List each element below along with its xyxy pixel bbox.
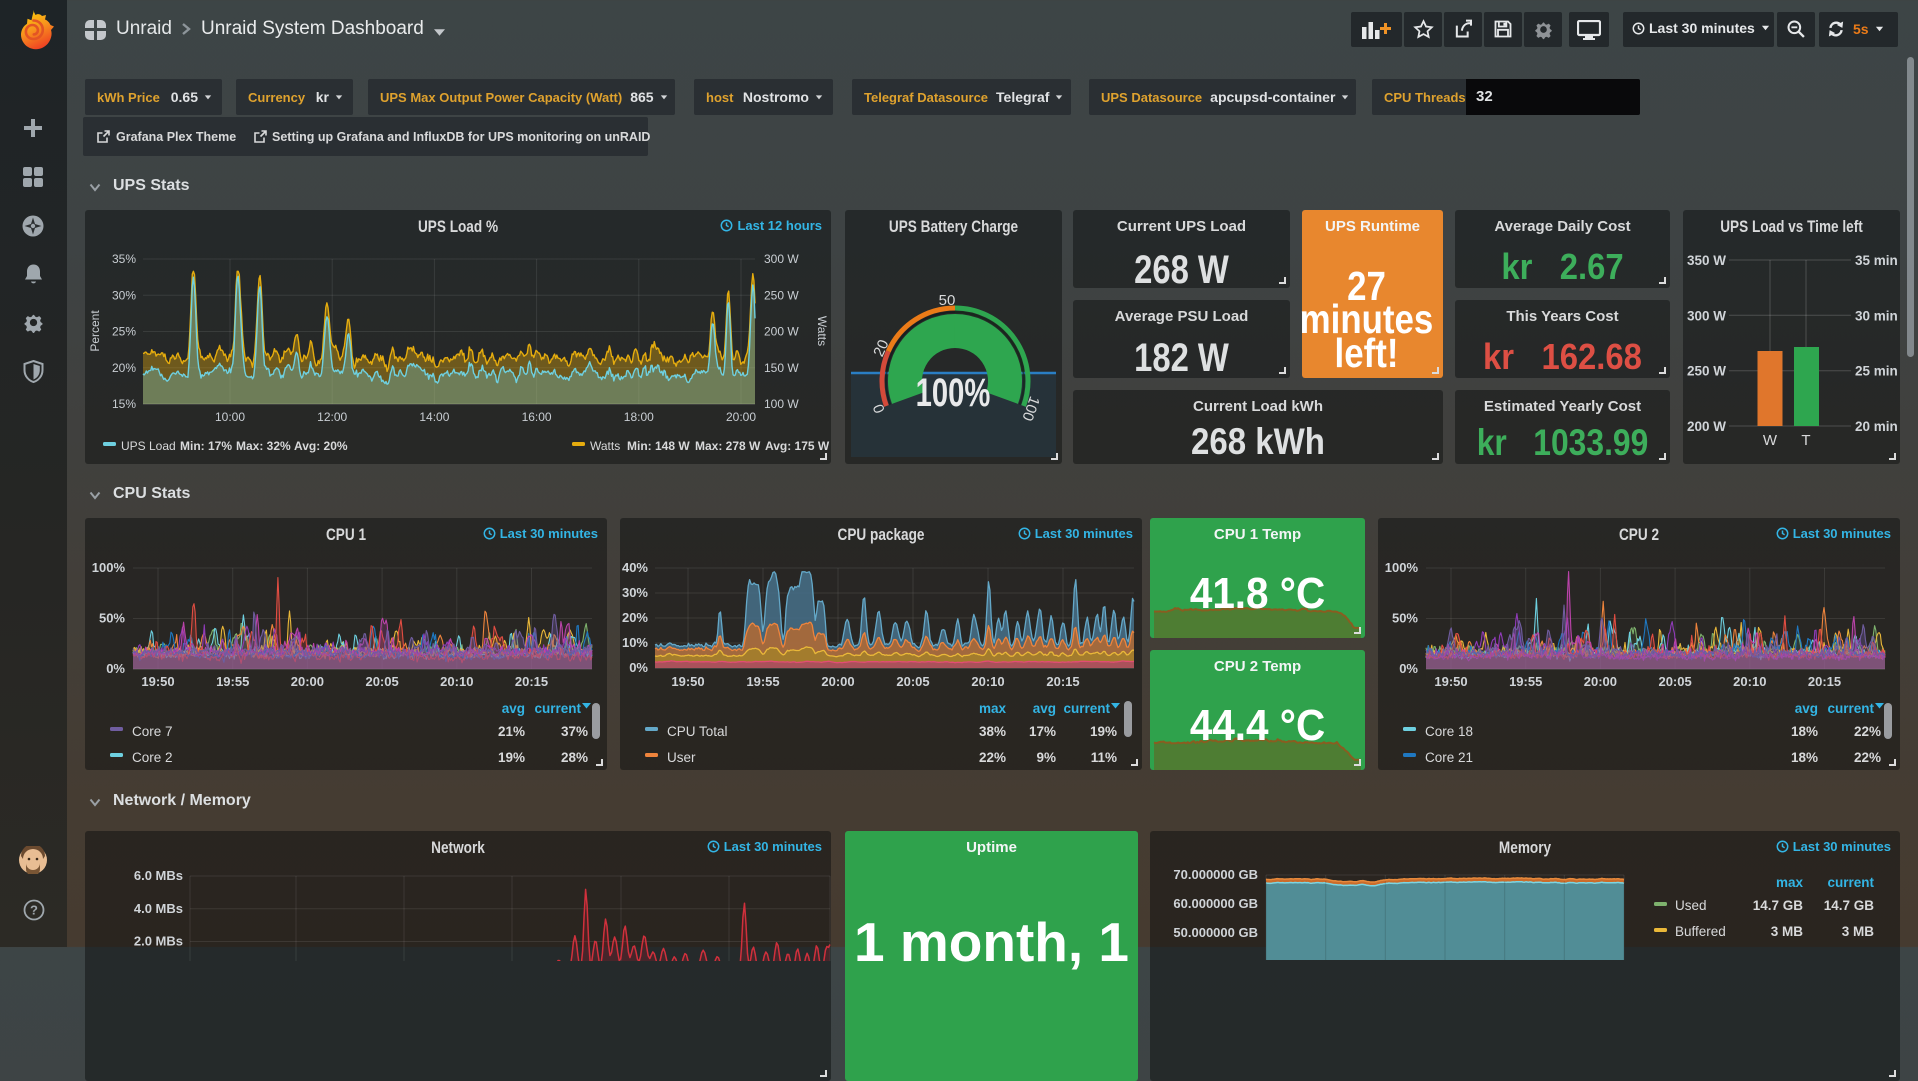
svg-text:38%: 38% xyxy=(979,724,1006,739)
svg-text:28%: 28% xyxy=(561,750,588,765)
svg-text:Avg: 20%: Avg: 20% xyxy=(294,439,348,453)
svg-text:20%: 20% xyxy=(112,361,136,375)
svg-text:Core 18: Core 18 xyxy=(1425,724,1473,739)
svg-text:UPS Load: UPS Load xyxy=(121,439,176,453)
svg-text:max: max xyxy=(1776,875,1804,890)
svg-text:300 W: 300 W xyxy=(1687,308,1726,323)
svg-text:Used: Used xyxy=(1675,898,1707,913)
svg-text:10:00: 10:00 xyxy=(215,410,245,424)
svg-text:15%: 15% xyxy=(112,397,136,411)
svg-text:25%: 25% xyxy=(112,325,136,339)
svg-text:14.7 GB: 14.7 GB xyxy=(1753,898,1804,913)
svg-text:25 min: 25 min xyxy=(1855,364,1898,379)
svg-text:20:00: 20:00 xyxy=(726,410,756,424)
svg-text:Watts: Watts xyxy=(590,439,620,453)
svg-text:35%: 35% xyxy=(112,252,136,266)
svg-text:Max: 32%: Max: 32% xyxy=(236,439,291,453)
svg-text:Min: 148 W: Min: 148 W xyxy=(627,439,690,453)
svg-text:Core 21: Core 21 xyxy=(1425,750,1473,765)
svg-text:20: 20 xyxy=(870,337,892,359)
svg-text:Min: 17%: Min: 17% xyxy=(180,439,232,453)
svg-text:150 W: 150 W xyxy=(764,361,799,375)
svg-text:11%: 11% xyxy=(1091,750,1117,765)
svg-text:current: current xyxy=(534,701,581,716)
svg-text:CPU Total: CPU Total xyxy=(667,724,728,739)
svg-text:16:00: 16:00 xyxy=(522,410,552,424)
svg-text:14.7 GB: 14.7 GB xyxy=(1824,898,1875,913)
svg-text:14:00: 14:00 xyxy=(419,410,449,424)
svg-text:100 W: 100 W xyxy=(764,397,799,411)
svg-text:2.0 MBs: 2.0 MBs xyxy=(134,934,183,949)
svg-text:250 W: 250 W xyxy=(764,288,799,302)
svg-text:22%: 22% xyxy=(1854,750,1881,765)
svg-text:19%: 19% xyxy=(1090,724,1117,739)
svg-text:4.0 MBs: 4.0 MBs xyxy=(134,901,183,916)
svg-text:30 min: 30 min xyxy=(1855,308,1898,323)
svg-text:22%: 22% xyxy=(1854,724,1881,739)
svg-text:18:00: 18:00 xyxy=(624,410,654,424)
svg-text:70.000000 GB: 70.000000 GB xyxy=(1173,867,1258,882)
svg-text:12:00: 12:00 xyxy=(317,410,347,424)
svg-text:20 min: 20 min xyxy=(1855,419,1898,434)
svg-text:60.000000 GB: 60.000000 GB xyxy=(1173,896,1258,911)
svg-text:30%: 30% xyxy=(112,288,136,302)
svg-text:18%: 18% xyxy=(1791,750,1818,765)
svg-text:avg: avg xyxy=(1795,701,1818,716)
svg-text:35 min: 35 min xyxy=(1855,253,1898,268)
svg-text:18%: 18% xyxy=(1791,724,1818,739)
svg-text:User: User xyxy=(667,750,696,765)
svg-text:17%: 17% xyxy=(1029,724,1056,739)
svg-text:6.0 MBs: 6.0 MBs xyxy=(134,868,183,883)
svg-text:?: ? xyxy=(30,903,38,918)
svg-text:current: current xyxy=(1827,875,1874,890)
svg-text:21%: 21% xyxy=(498,724,525,739)
svg-text:250 W: 250 W xyxy=(1687,364,1726,379)
svg-text:Buffered: Buffered xyxy=(1675,924,1726,939)
svg-text:37%: 37% xyxy=(561,724,588,739)
svg-text:current: current xyxy=(1827,701,1874,716)
svg-text:T: T xyxy=(1801,432,1810,449)
svg-text:3 MB: 3 MB xyxy=(1842,924,1875,939)
svg-text:Percent: Percent xyxy=(88,310,102,352)
svg-text:Watts: Watts xyxy=(815,316,829,346)
svg-text:9%: 9% xyxy=(1036,750,1056,765)
svg-text:50: 50 xyxy=(939,292,956,309)
svg-text:200 W: 200 W xyxy=(1687,419,1726,434)
svg-text:100%: 100% xyxy=(916,371,991,416)
svg-text:200 W: 200 W xyxy=(764,325,799,339)
svg-text:Max: 278 W: Max: 278 W xyxy=(695,439,761,453)
svg-text:300 W: 300 W xyxy=(764,252,799,266)
svg-text:Core 7: Core 7 xyxy=(132,724,173,739)
svg-text:avg: avg xyxy=(502,701,525,716)
svg-text:max: max xyxy=(979,701,1007,716)
svg-text:W: W xyxy=(1763,432,1778,449)
svg-text:350 W: 350 W xyxy=(1687,253,1726,268)
svg-text:avg: avg xyxy=(1033,701,1056,716)
svg-text:22%: 22% xyxy=(979,750,1006,765)
svg-text:Core 2: Core 2 xyxy=(132,750,173,765)
svg-text:current: current xyxy=(1063,701,1110,716)
svg-text:19%: 19% xyxy=(498,750,525,765)
svg-text:50.000000 GB: 50.000000 GB xyxy=(1173,925,1258,940)
svg-text:3 MB: 3 MB xyxy=(1771,924,1804,939)
svg-text:Avg: 175 W: Avg: 175 W xyxy=(765,439,830,453)
